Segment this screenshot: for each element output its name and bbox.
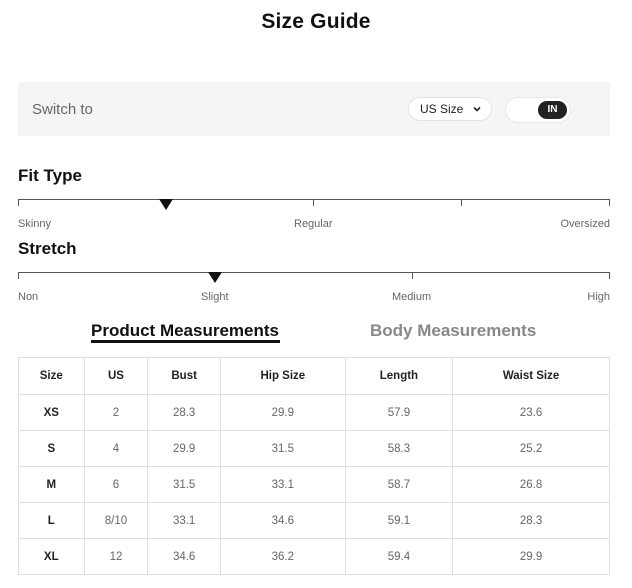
table-cell: 12 — [83, 538, 149, 575]
table-cell: 6 — [83, 466, 149, 503]
table-cell: 36.2 — [219, 538, 346, 575]
unit-switch-bar: Switch to US Size IN — [18, 82, 610, 136]
fit-type-tick — [313, 199, 314, 206]
column-header-size: Size — [18, 357, 85, 395]
table-cell: 28.3 — [452, 502, 610, 539]
fit-type-scale — [18, 199, 610, 200]
table-cell: XS — [18, 394, 85, 431]
table-row: S 4 29.9 31.5 58.3 25.2 — [18, 430, 610, 467]
active-tab-underline — [91, 340, 280, 343]
page-title: Size Guide — [261, 10, 371, 33]
stretch-tick — [412, 272, 413, 279]
fit-type-label-skinny: Skinny — [18, 218, 52, 230]
table-cell: 59.4 — [344, 538, 454, 575]
stretch-label-non: Non — [18, 291, 39, 303]
unit-toggle[interactable]: IN — [505, 97, 571, 123]
chevron-down-icon — [473, 106, 481, 112]
table-cell: 29.9 — [452, 538, 610, 575]
fit-type-tick — [609, 199, 610, 206]
column-header-bust: Bust — [147, 357, 221, 395]
table-cell: 57.9 — [344, 394, 454, 431]
table-cell: 58.7 — [344, 466, 454, 503]
table-cell: 33.1 — [219, 466, 346, 503]
table-cell: S — [18, 430, 85, 467]
table-cell: 28.3 — [147, 394, 221, 431]
table-row: XL 12 34.6 36.2 59.4 29.9 — [18, 538, 610, 575]
tab-product-measurements[interactable]: Product Measurements — [91, 321, 279, 341]
table-cell: 29.9 — [147, 430, 221, 467]
fit-type-title: Fit Type — [18, 166, 82, 185]
fit-type-marker — [159, 199, 173, 210]
tab-body-measurements[interactable]: Body Measurements — [370, 321, 536, 341]
table-cell: 29.9 — [219, 394, 346, 431]
table-row: L 8/10 33.1 34.6 59.1 28.3 — [18, 502, 610, 539]
table-cell: 31.5 — [219, 430, 346, 467]
table-cell: 33.1 — [147, 502, 221, 539]
stretch-label-slight: Slight — [201, 291, 229, 303]
table-cell: 25.2 — [452, 430, 610, 467]
table-row: M 6 31.5 33.1 58.7 26.8 — [18, 466, 610, 503]
table-cell: 2 — [83, 394, 149, 431]
fit-type-tick — [18, 199, 19, 206]
stretch-scale — [18, 272, 610, 273]
table-cell: 34.6 — [147, 538, 221, 575]
table-cell: 26.8 — [452, 466, 610, 503]
stretch-marker — [208, 272, 222, 283]
size-system-select[interactable]: US Size — [408, 97, 492, 121]
table-cell: 58.3 — [344, 430, 454, 467]
table-cell: M — [18, 466, 85, 503]
table-cell: 4 — [83, 430, 149, 467]
column-header-length: Length — [344, 357, 454, 395]
table-cell: 34.6 — [219, 502, 346, 539]
size-system-value: US Size — [420, 102, 464, 116]
stretch-tick — [18, 272, 19, 279]
fit-type-label-regular: Regular — [294, 218, 333, 230]
table-cell: 23.6 — [452, 394, 610, 431]
stretch-tick — [609, 272, 610, 279]
stretch-title: Stretch — [18, 239, 77, 258]
table-header-row: Size US Bust Hip Size Length Waist Size — [18, 357, 610, 395]
stretch-label-medium: Medium — [392, 291, 432, 303]
table-row: XS 2 28.3 29.9 57.9 23.6 — [18, 394, 610, 431]
table-cell: 8/10 — [83, 502, 149, 539]
fit-type-tick — [461, 199, 462, 206]
column-header-us: US — [83, 357, 149, 395]
column-header-hip-size: Hip Size — [219, 357, 346, 395]
measurements-table: Size US Bust Hip Size Length Waist Size … — [18, 357, 610, 575]
unit-toggle-knob: IN — [538, 101, 567, 119]
table-cell: L — [18, 502, 85, 539]
switch-label: Switch to — [32, 101, 93, 118]
table-cell: 31.5 — [147, 466, 221, 503]
table-cell: XL — [18, 538, 85, 575]
fit-type-label-oversized: Oversized — [560, 218, 610, 230]
column-header-waist-size: Waist Size — [452, 357, 610, 395]
table-cell: 59.1 — [344, 502, 454, 539]
stretch-label-high: High — [587, 291, 610, 303]
